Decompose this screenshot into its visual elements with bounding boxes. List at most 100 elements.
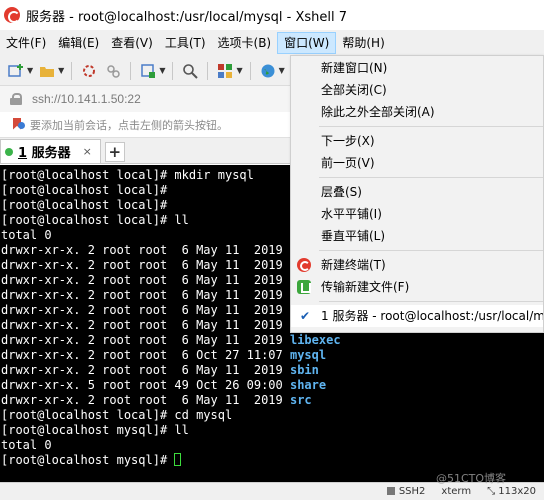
window-menu-item-label: 垂直平铺(L) (321, 229, 386, 243)
toolbar-divider (71, 61, 73, 80)
terminal-text: [root@localhost local]# cd mysql (1, 408, 233, 422)
xshell-icon (297, 258, 311, 272)
menu-view[interactable]: 查看(V) (105, 32, 159, 54)
add-session-bookmark-icon[interactable] (12, 118, 25, 132)
chevron-down-icon[interactable]: ▼ (236, 66, 242, 75)
directory-name: mysql (289, 348, 327, 362)
watermark: @51CTO博客 (436, 472, 507, 485)
window-menu-item-label: 新建窗口(N) (321, 61, 388, 75)
chevron-down-icon[interactable]: ▼ (58, 66, 64, 75)
terminal-text: [root@localhost local]# ll (1, 213, 189, 227)
menu-help[interactable]: 帮助(H) (336, 32, 390, 54)
find-icon[interactable] (180, 61, 200, 81)
window-menu-item[interactable]: 除此之外全部关闭(A) (291, 101, 543, 123)
xshell-logo-icon (4, 7, 20, 23)
directory-name: src (289, 393, 312, 407)
window-title: 服务器 - root@localhost:/usr/local/mysql - … (26, 9, 348, 25)
globe-icon[interactable] (258, 61, 278, 81)
window-menu-item[interactable]: 水平平铺(I) (291, 203, 543, 225)
terminal-text: drwxr-xr-x. 2 root root 6 May 11 2019 (1, 243, 290, 257)
disconnect-icon[interactable] (103, 61, 123, 81)
properties-icon[interactable] (138, 61, 158, 81)
window-menu-item-label: 除此之外全部关闭(A) (321, 105, 435, 119)
tab-number: 1 (18, 146, 28, 161)
window-menu-item[interactable]: 全部关闭(C) (291, 79, 543, 101)
tab-label: 1 服务器 (18, 142, 71, 161)
window-menu-item[interactable]: 层叠(S) (291, 181, 543, 203)
terminal-text: total 0 (1, 228, 52, 242)
window-menu-item[interactable]: 新建窗口(N) (291, 57, 543, 79)
menu-tabs[interactable]: 选项卡(B) (212, 32, 278, 54)
toolbar-divider (130, 61, 132, 80)
window-menu-item[interactable]: 下一步(X) (291, 130, 543, 152)
terminal-line: drwxr-xr-x. 5 root root 49 Oct 26 09:00 … (0, 378, 544, 393)
terminal-line: [root@localhost mysql]# ll (0, 423, 544, 438)
terminal-line: drwxr-xr-x. 2 root root 6 Oct 27 11:07 m… (0, 348, 544, 363)
status-protocol: SSH2 (379, 486, 434, 497)
window-menu-item[interactable]: ✔ 1 服务器 - root@localhost:/usr/local/mysql (291, 305, 543, 327)
menu-window[interactable]: 窗口(W) (277, 32, 337, 54)
session-hint-text: 要添加当前会话，点击左侧的箭头按钮。 (30, 118, 228, 132)
protocol-label: SSH2 (398, 486, 426, 497)
terminal-text: drwxr-xr-x. 2 root root 6 May 11 2019 (1, 288, 290, 302)
terminal-text: total 0 (1, 438, 52, 452)
window-menu-item[interactable]: 前一页(V) (291, 152, 543, 174)
color-scheme-icon[interactable] (215, 61, 235, 81)
close-icon[interactable]: × (83, 145, 92, 158)
window-menu-item[interactable]: 传输新建文件(F) (291, 276, 543, 298)
terminal-text: [root@localhost local]# (1, 198, 168, 212)
xftp-icon (297, 280, 311, 294)
address-input[interactable] (32, 92, 232, 106)
window-menu-item-label: 传输新建文件(F) (321, 280, 410, 294)
terminal-line: drwxr-xr-x. 2 root root 6 May 11 2019 sb… (0, 363, 544, 378)
window-menu-item-label: 水平平铺(I) (321, 207, 382, 221)
window-menu-item-label: 下一步(X) (321, 134, 375, 148)
menu-tools[interactable]: 工具(T) (159, 32, 212, 54)
window-menu-item-label: 前一页(V) (321, 156, 375, 170)
terminal-cursor (174, 453, 182, 466)
window-menu-item[interactable]: 垂直平铺(L) (291, 225, 543, 247)
lock-icon (10, 93, 22, 105)
tab-title: 服务器 (31, 146, 71, 161)
chevron-down-icon[interactable]: ▼ (27, 66, 33, 75)
terminal-line: drwxr-xr-x. 2 root root 6 May 11 2019 sr… (0, 393, 544, 408)
terminal-text: drwxr-xr-x. 2 root root 6 May 11 2019 (1, 318, 290, 332)
directory-name: share (289, 378, 327, 392)
terminal-text: drwxr-xr-x. 5 root root 49 Oct 26 09:00 (1, 378, 290, 392)
terminal-text: drwxr-xr-x. 2 root root 6 Oct 27 11:07 (1, 348, 290, 362)
window-menu-item-label: 全部关闭(C) (321, 83, 387, 97)
directory-name: sbin (289, 363, 319, 377)
menu-separator (319, 250, 543, 251)
menu-separator (319, 301, 543, 302)
toolbar-divider (172, 61, 174, 80)
terminal-line: total 0 (0, 438, 544, 453)
window-menu-item-label: 新建终端(T) (321, 258, 386, 272)
terminal-line: drwxr-xr-x. 2 root root 6 May 11 2019 li… (0, 333, 544, 348)
terminal-type-label: xterm (441, 486, 472, 497)
window-menu-item-label: 层叠(S) (321, 185, 362, 199)
connected-status-icon (5, 147, 13, 156)
terminal-text: [root@localhost mysql]# ll (1, 423, 189, 437)
menu-bar: 文件(F) 编辑(E) 查看(V) 工具(T) 选项卡(B) 窗口(W) 帮助(… (0, 30, 544, 56)
terminal-text: [root@localhost local]# (1, 183, 168, 197)
menu-file[interactable]: 文件(F) (0, 32, 52, 54)
toolbar-divider (207, 61, 209, 80)
menu-edit[interactable]: 编辑(E) (52, 32, 105, 54)
chevron-down-icon[interactable]: ▼ (279, 66, 285, 75)
new-session-icon[interactable] (6, 61, 26, 81)
check-icon: ✔ (300, 309, 311, 323)
reconnect-icon[interactable] (79, 61, 99, 81)
tab-server[interactable]: 1 服务器 × (0, 139, 101, 163)
chevron-down-icon[interactable]: ▼ (159, 66, 165, 75)
terminal-text: drwxr-xr-x. 2 root root 6 May 11 2019 (1, 333, 290, 347)
open-folder-icon[interactable] (37, 61, 57, 81)
menu-separator (319, 126, 543, 127)
status-terminal-type: xterm (433, 486, 479, 497)
terminal-text: [root@localhost mysql]# (1, 453, 175, 467)
terminal-text: drwxr-xr-x. 2 root root 6 May 11 2019 (1, 258, 290, 272)
window-menu-item[interactable]: 新建终端(T) (291, 254, 543, 276)
status-size: ⤡ 113x20 (487, 486, 536, 497)
title-bar: 服务器 - root@localhost:/usr/local/mysql - … (0, 0, 544, 30)
add-tab-button[interactable]: + (104, 142, 125, 162)
terminal-text: drwxr-xr-x. 2 root root 6 May 11 2019 (1, 273, 290, 287)
